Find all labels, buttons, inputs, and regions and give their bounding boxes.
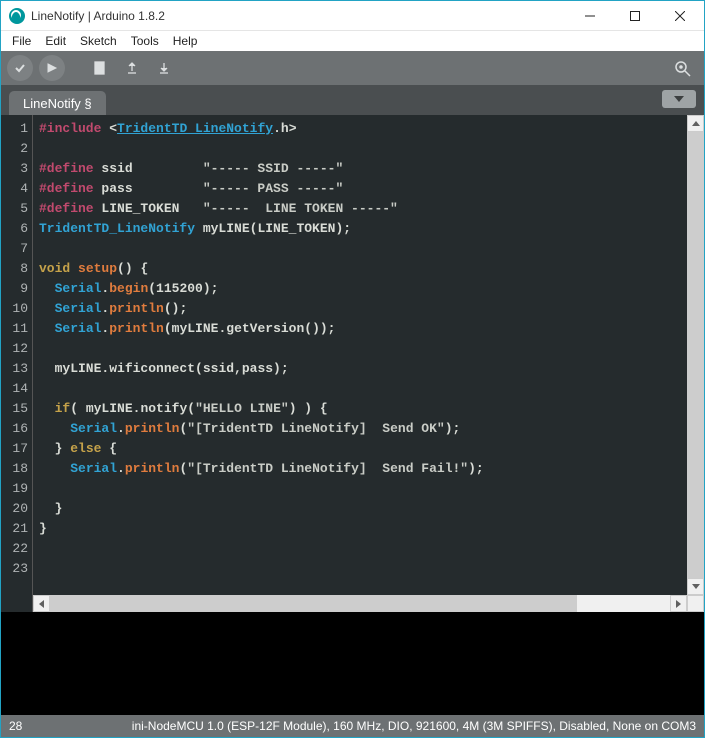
horizontal-scrollbar[interactable] xyxy=(33,595,687,612)
upload-button[interactable] xyxy=(39,55,65,81)
minimize-button[interactable] xyxy=(567,1,612,30)
close-button[interactable] xyxy=(657,1,702,30)
maximize-button[interactable] xyxy=(612,1,657,30)
window-title: LineNotify | Arduino 1.8.2 xyxy=(31,9,567,23)
code-area[interactable]: #include <TridentTD_LineNotify.h> #defin… xyxy=(33,115,687,595)
scroll-up-icon[interactable] xyxy=(687,115,704,132)
menu-file[interactable]: File xyxy=(5,32,38,50)
title-bar: LineNotify | Arduino 1.8.2 xyxy=(1,1,704,31)
arduino-icon xyxy=(9,8,25,24)
scroll-down-icon[interactable] xyxy=(687,578,704,595)
toolbar xyxy=(1,51,704,85)
serial-monitor-button[interactable] xyxy=(668,55,698,81)
menu-bar: FileEditSketchToolsHelp xyxy=(1,31,704,51)
menu-help[interactable]: Help xyxy=(166,32,205,50)
vertical-scrollbar[interactable] xyxy=(687,115,704,595)
tab-bar: LineNotify § xyxy=(1,85,704,115)
status-cursor: 28 xyxy=(9,719,37,733)
new-sketch-button[interactable] xyxy=(87,55,113,81)
save-sketch-button[interactable] xyxy=(151,55,177,81)
status-board: ini-NodeMCU 1.0 (ESP-12F Module), 160 MH… xyxy=(37,719,696,733)
console-output xyxy=(1,612,704,715)
line-gutter: 1234567891011121314151617181920212223 xyxy=(1,115,33,595)
verify-button[interactable] xyxy=(7,55,33,81)
menu-edit[interactable]: Edit xyxy=(38,32,73,50)
menu-sketch[interactable]: Sketch xyxy=(73,32,124,50)
scrollbar-thumb[interactable] xyxy=(687,132,704,578)
tab-menu-button[interactable] xyxy=(662,90,696,108)
open-sketch-button[interactable] xyxy=(119,55,145,81)
status-bar: 28 ini-NodeMCU 1.0 (ESP-12F Module), 160… xyxy=(1,715,704,737)
tab-sketch[interactable]: LineNotify § xyxy=(9,91,106,115)
menu-tools[interactable]: Tools xyxy=(124,32,166,50)
code-editor[interactable]: 1234567891011121314151617181920212223 #i… xyxy=(1,115,704,595)
